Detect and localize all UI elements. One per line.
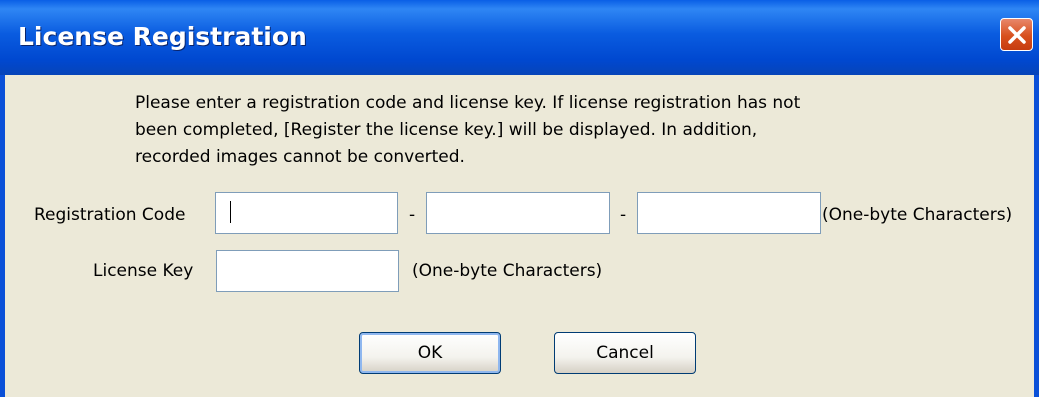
license-registration-dialog: License Registration Please enter a regi… xyxy=(0,0,1039,397)
window-frame-left xyxy=(0,75,5,397)
dialog-title: License Registration xyxy=(18,22,307,51)
title-bar[interactable]: License Registration xyxy=(0,0,1039,75)
registration-code-separator-1: - xyxy=(409,205,416,225)
registration-code-separator-2: - xyxy=(620,205,627,225)
license-key-field[interactable] xyxy=(216,250,399,292)
registration-code-hint: (One-byte Characters) xyxy=(822,205,1013,225)
description-text: Please enter a registration code and lic… xyxy=(135,93,801,167)
text-caret xyxy=(230,201,231,223)
registration-code-field-3[interactable] xyxy=(637,192,821,234)
window-frame-right xyxy=(1034,75,1039,397)
close-button[interactable] xyxy=(1000,18,1033,51)
ok-button[interactable]: OK xyxy=(359,332,501,374)
close-icon xyxy=(1008,26,1026,44)
registration-code-field-1[interactable] xyxy=(215,192,398,234)
registration-code-label: Registration Code xyxy=(34,205,186,225)
license-key-label: License Key xyxy=(93,261,194,281)
registration-code-field-2[interactable] xyxy=(426,192,610,234)
license-key-hint: (One-byte Characters) xyxy=(412,261,603,281)
cancel-button[interactable]: Cancel xyxy=(554,332,696,374)
